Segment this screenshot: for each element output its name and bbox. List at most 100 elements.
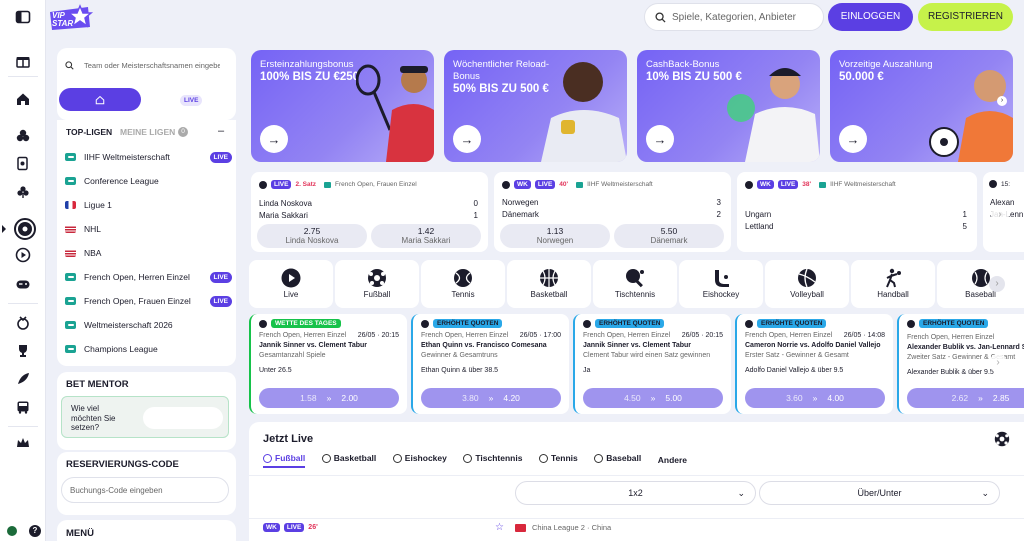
live-match-card[interactable]: LIVE 2. Satz French Open, Frauen Einzel … [251, 172, 488, 252]
arrow-right-icon[interactable]: → [839, 125, 867, 153]
tab-andere[interactable]: Andere [658, 455, 687, 465]
global-search[interactable]: Spiele, Kategorien, Anbieter [644, 3, 824, 31]
gamepad-icon[interactable] [14, 275, 32, 293]
sports-next-icon[interactable]: › [989, 276, 1005, 292]
sidebar-toggle-icon[interactable] [14, 8, 32, 26]
row-league: China League 2 · China [532, 523, 612, 532]
sport-tab[interactable]: Baseball › [937, 260, 1024, 308]
sport-tab[interactable]: Tennis [421, 260, 505, 308]
live-badge: LIVE [209, 151, 232, 163]
icon-rail: ? [0, 0, 46, 541]
tab-fussball[interactable]: Fußball [263, 453, 306, 468]
rocket-icon[interactable] [14, 370, 32, 388]
register-button[interactable]: REGISTRIEREN [918, 3, 1013, 31]
trophy-icon[interactable] [14, 342, 32, 360]
live-toggle[interactable]: LIVE [180, 95, 203, 106]
casino-chip-icon[interactable] [14, 127, 32, 145]
sports-icon[interactable] [14, 218, 36, 240]
featured-bet-card[interactable]: ERHÖHTE QUOTEN French Open, Herren Einze… [573, 314, 731, 414]
promo-banner[interactable]: Ersteinzahlungsbonus 100% BIS ZU €250 → [251, 50, 434, 162]
home-toggle[interactable] [59, 88, 141, 111]
league-item[interactable]: Champions League [57, 337, 236, 361]
live-match-card[interactable]: WK LIVE 38' IIHF Weltmeisterschaft Ungar… [737, 172, 977, 252]
odd-button[interactable]: 1.42 Maria Sakkari [371, 224, 481, 248]
arrow-right-icon[interactable]: → [453, 125, 481, 153]
stake-input[interactable] [143, 407, 223, 429]
tab-top-leagues[interactable]: TOP-LIGEN [66, 127, 112, 137]
gift-icon[interactable] [14, 52, 32, 70]
league-icon [65, 345, 76, 353]
bet-mentor-question: Wie viel möchten Sie setzen? [71, 404, 116, 432]
league-item[interactable]: Ligue 1 [57, 193, 236, 217]
vipstar-logo[interactable]: VIP STAR [46, 3, 94, 33]
medal-icon[interactable] [14, 314, 32, 332]
boosted-odd-button[interactable]: 2.62» 2.85 [907, 388, 1024, 408]
china-flag-icon [515, 524, 526, 532]
login-button[interactable]: EINLOGGEN [828, 3, 913, 31]
tab-my-leagues[interactable]: MEINE LIGEN [120, 127, 175, 137]
collapse-icon[interactable]: – [218, 125, 224, 137]
league-item[interactable]: IIHF Weltmeisterschaft LIVE [57, 145, 236, 169]
carousel-next-icon[interactable]: › [997, 96, 1007, 106]
league-search[interactable]: Team oder Meisterschaftsnamen eingeben [65, 54, 226, 76]
sport-tab[interactable]: Tischtennis [593, 260, 677, 308]
team-score: 3 [716, 198, 721, 207]
featured-bet-card[interactable]: ERHÖHTE QUOTEN French Open, Herren Einze… [897, 314, 1024, 414]
carousel-next-icon[interactable]: › [989, 354, 1007, 372]
tab-tischtennis[interactable]: Tischtennis [463, 453, 522, 463]
tab-tennis[interactable]: Tennis [538, 453, 578, 463]
usa-flag-icon [65, 249, 76, 257]
sport-tab[interactable]: Eishockey [679, 260, 763, 308]
boosted-odd-button[interactable]: 3.60» 4.00 [745, 388, 885, 408]
market-select-over-under[interactable]: Über/Unter ⌄ [759, 481, 1000, 505]
star-icon[interactable]: ☆ [495, 522, 504, 533]
help-icon[interactable]: ? [29, 525, 41, 537]
live-match-card[interactable]: 15: Alexan Jan-Lenn › [983, 172, 1024, 252]
home-icon[interactable] [14, 90, 32, 108]
sport-tab[interactable]: Fußball [335, 260, 419, 308]
league-item[interactable]: Conference League [57, 169, 236, 193]
featured-bet-card[interactable]: ERHÖHTE QUOTEN French Open, Herren Einze… [735, 314, 893, 414]
live-match-row[interactable]: WK LIVE 26' [263, 523, 318, 532]
league-item[interactable]: NHL [57, 217, 236, 241]
promo-banner[interactable]: CashBack-Bonus 10% BIS ZU 500 € → [637, 50, 820, 162]
boosted-odd-button[interactable]: 4.50» 5.00 [583, 388, 723, 408]
tab-basketball[interactable]: Basketball [321, 453, 376, 463]
league-search-input[interactable]: Team oder Meisterschaftsnamen eingeben [84, 61, 220, 70]
sport-tab[interactable]: Live [249, 260, 333, 308]
tab-eishockey[interactable]: Eishockey [392, 453, 447, 463]
cards-icon[interactable] [14, 155, 32, 173]
featured-bet-card[interactable]: WETTE DES TAGES French Open, Herren Einz… [249, 314, 407, 414]
odd-button[interactable]: 5.50 Dänemark [614, 224, 724, 248]
sport-tab[interactable]: Volleyball [765, 260, 849, 308]
market-select-1x2[interactable]: 1x2 ⌄ [515, 481, 756, 505]
global-search-input[interactable]: Spiele, Kategorien, Anbieter [672, 12, 796, 23]
soccer-ball-icon[interactable] [994, 431, 1010, 447]
live-play-icon[interactable] [14, 246, 32, 264]
promo-banner[interactable]: Wöchentlicher Reload-Bonus 50% BIS ZU 50… [444, 50, 627, 162]
clover-icon[interactable] [14, 183, 32, 201]
crown-icon[interactable] [14, 434, 32, 452]
reservation-card: RESERVIERUNGS-CODE Buchungs-Code eingebe… [57, 452, 236, 515]
bus-icon[interactable] [14, 398, 32, 416]
promo-banner[interactable]: Vorzeitige Auszahlung 50.000 € › → [830, 50, 1013, 162]
league-item[interactable]: French Open, Herren Einzel LIVE [57, 265, 236, 289]
odd-button[interactable]: 1.13 Norwegen [500, 224, 610, 248]
tab-baseball[interactable]: Baseball [594, 453, 641, 463]
carousel-next-icon[interactable]: › [991, 206, 1009, 224]
booking-code-input[interactable]: Buchungs-Code eingeben [61, 477, 229, 503]
odd-button[interactable]: 2.75 Linda Noskova [257, 224, 367, 248]
league-item[interactable]: French Open, Frauen Einzel LIVE [57, 289, 236, 313]
league-item[interactable]: Weltmeisterschaft 2026 [57, 313, 236, 337]
boosted-odd-button[interactable]: 1.58» 2.00 [259, 388, 399, 408]
sport-tab[interactable]: Basketball [507, 260, 591, 308]
featured-bet-card[interactable]: ERHÖHTE QUOTEN French Open, Herren Einze… [411, 314, 569, 414]
sport-tab[interactable]: Handball [851, 260, 935, 308]
arrow-right-icon[interactable]: → [646, 125, 674, 153]
language-flag-icon[interactable] [7, 526, 17, 536]
arrow-right-icon[interactable]: → [260, 125, 288, 153]
live-match-card[interactable]: WK LIVE 40' IIHF Weltmeisterschaft Norwe… [494, 172, 731, 252]
boosted-odd-button[interactable]: 3.80» 4.20 [421, 388, 561, 408]
league-item[interactable]: NBA [57, 241, 236, 265]
promo-value: 100% BIS ZU €250 [260, 71, 360, 83]
